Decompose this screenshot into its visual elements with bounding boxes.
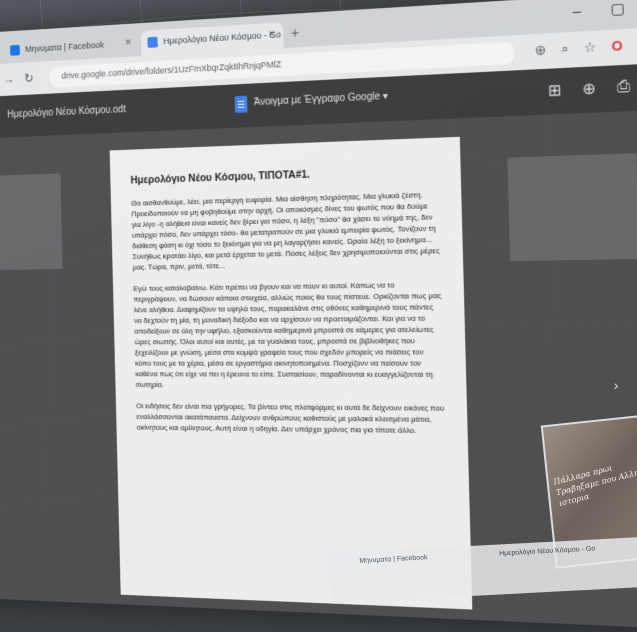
add-to-drive-icon[interactable]: ⊞ [548, 81, 562, 100]
close-tab-icon[interactable]: ✕ [268, 29, 276, 40]
document-filename: Ημερολόγιο Νέου Κόσμου.odt [7, 104, 126, 121]
tab-label: Μηνυματα | Facebook [25, 39, 105, 55]
facebook-icon [9, 44, 20, 56]
document-paragraph: Οι ειδήσεις δεν είναι πια γρήγορες. Τα β… [136, 401, 445, 435]
url-text: drive.google.com/drive/folders/1UzFmXbqr… [61, 59, 282, 81]
faded-background-panel [0, 173, 63, 271]
tab-label: Ημερολόγιο Νέου Κόσμου - Go [163, 29, 282, 47]
reflected-tab-label: Ημερολόγιο Νέου Κόσμου - Go [498, 545, 596, 558]
add-shortcut-icon[interactable]: ⊕ [582, 79, 596, 98]
reload-icon[interactable]: ↻ [24, 71, 34, 87]
chevron-down-icon: ▾ [382, 90, 389, 103]
close-tab-icon[interactable]: ✕ [125, 37, 132, 48]
document-paragraph: Εγώ τους καταλαβαίνω. Κάτι πρέπει να βγο… [133, 280, 442, 389]
extension-badge-icon[interactable]: ■ [633, 35, 637, 55]
print-icon[interactable]: ⎙ [617, 77, 631, 96]
google-drive-icon [147, 36, 158, 48]
star-bookmark-icon[interactable]: ☆ [580, 38, 600, 58]
google-docs-icon [234, 95, 248, 113]
maximize-button[interactable]: ▢ [610, 0, 625, 18]
minimize-button[interactable]: – [572, 2, 581, 19]
document-page: Ημερολόγιο Νέου Κόσμου, ΤΙΠΟΤΑ#1. Θα αισ… [109, 136, 473, 610]
location-icon[interactable]: ⊕ [531, 41, 551, 61]
zoom-icon[interactable]: ⌕ [555, 39, 575, 59]
reflected-tab-label: Μηνυματα | Facebook [359, 554, 428, 565]
document-paragraph: Θα αισθανθούμε, λέει, μια περίεργη ευφορ… [131, 190, 440, 272]
opera-extension-icon[interactable]: O [607, 36, 627, 56]
chevron-right-icon[interactable]: › [603, 372, 629, 398]
new-tab-button[interactable]: + [291, 24, 299, 40]
open-with-google-docs-button[interactable]: Άνοιγμα με Έγγραφο Google ▾ [225, 84, 400, 118]
open-with-label: Άνοιγμα με Έγγραφο Google [253, 91, 381, 109]
handwritten-caption: Πάλλαρα πρωι Τραβηξαμε που Αλλη ιστορια [552, 463, 637, 509]
document-title: Ημερολόγιο Νέου Κόσμου, ΤΙΠΟΤΑ#1. [130, 168, 311, 187]
faded-background-panel [507, 153, 637, 262]
forward-arrow-icon[interactable]: → [3, 72, 15, 87]
browser-window: Μηνυματα | Facebook ✕ Ημερολόγιο Νέου Κό… [0, 0, 637, 632]
